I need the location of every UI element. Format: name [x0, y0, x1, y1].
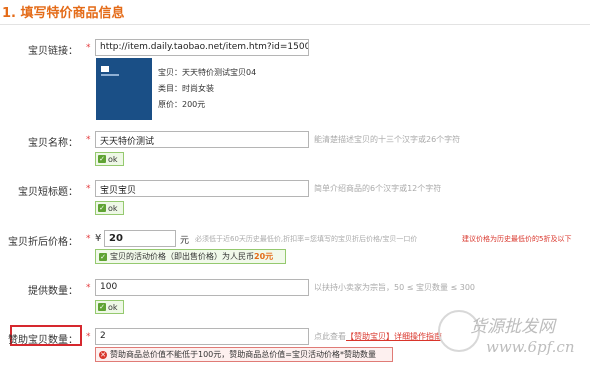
required-star: *	[86, 184, 91, 194]
sponsor-hint: 点此查看【赞助宝贝】详细操作指南	[314, 331, 442, 342]
success-text: 宝贝的活动价格（即出售价格）为人民币	[110, 252, 254, 261]
required-star: *	[86, 135, 91, 145]
name-hint: 能清楚描述宝贝的十三个汉字或26个字符	[314, 135, 461, 144]
sponsor-hint-prefix: 点此查看	[314, 332, 346, 341]
success-amount: 20元	[254, 252, 274, 261]
required-star: *	[86, 283, 91, 293]
price-label: 宝贝折后价格：	[8, 237, 78, 248]
ok-text: ok	[108, 154, 118, 164]
check-icon: ✓	[98, 303, 106, 311]
name-input[interactable]: 天天特价测试	[95, 131, 309, 148]
section-title: 1. 填写特价商品信息	[2, 6, 125, 21]
sponsor-label: 赞助宝贝数量：	[8, 335, 78, 346]
watermark-url: www.6pf.cn	[486, 338, 575, 356]
link-input[interactable]: http://item.daily.taobao.net/item.htm?id…	[95, 39, 309, 56]
short-title-ok-badge: ✓ ok	[95, 201, 124, 215]
price-success-message: ✓ 宝贝的活动价格（即出售价格）为人民币 20元	[95, 249, 286, 264]
error-text: 赞助商品总价值不能低于100元，赞助商品总价值=宝贝活动价格*赞助数量	[110, 350, 376, 359]
link-label: 宝贝链接：	[28, 46, 78, 57]
required-star: *	[86, 234, 91, 244]
check-icon: ✓	[99, 252, 107, 261]
ok-text: ok	[108, 302, 118, 312]
required-star: *	[86, 43, 91, 53]
price-hint-red: 建议价格为历史最低价的5折及以下	[462, 235, 572, 243]
watermark-text: 货源批发网	[470, 317, 555, 337]
title-divider	[0, 24, 590, 25]
error-icon: ✕	[99, 350, 107, 359]
product-thumbnail	[96, 58, 152, 120]
ok-text: ok	[108, 203, 118, 213]
name-ok-badge: ✓ ok	[95, 152, 124, 166]
quantity-ok-badge: ✓ ok	[95, 300, 124, 314]
product-original-price-text: 原价：200元	[158, 100, 206, 109]
product-title-text: 宝贝：天天特价测试宝贝04	[158, 68, 257, 77]
product-category-text: 类目：时尚女装	[158, 84, 214, 93]
price-hint: 必须低于近60天历史最低价,折扣率=您填写的宝贝折后价格/宝贝一口价	[195, 235, 418, 243]
check-icon: ✓	[98, 155, 106, 163]
check-icon: ✓	[98, 204, 106, 212]
name-label: 宝贝名称：	[28, 138, 78, 149]
sponsor-guide-link[interactable]: 【赞助宝贝】详细操作指南	[346, 332, 442, 341]
currency-symbol: ¥	[95, 233, 102, 244]
short-title-input[interactable]: 宝贝宝贝	[95, 180, 309, 197]
sponsor-input[interactable]: 2	[95, 328, 309, 345]
sponsor-error-message: ✕ 赞助商品总价值不能低于100元，赞助商品总价值=宝贝活动价格*赞助数量	[95, 347, 393, 362]
short-title-label: 宝贝短标题：	[18, 187, 78, 198]
price-input[interactable]: 20	[104, 230, 176, 247]
quantity-hint: 以扶持小卖家为宗旨，50 ≤ 宝贝数量 ≤ 300	[314, 283, 476, 292]
short-title-hint: 简单介绍商品的6个汉字或12个字符	[314, 184, 442, 193]
quantity-input[interactable]: 100	[95, 279, 309, 296]
quantity-label: 提供数量：	[28, 286, 78, 297]
required-star: *	[86, 332, 91, 342]
price-unit: 元	[180, 236, 190, 246]
